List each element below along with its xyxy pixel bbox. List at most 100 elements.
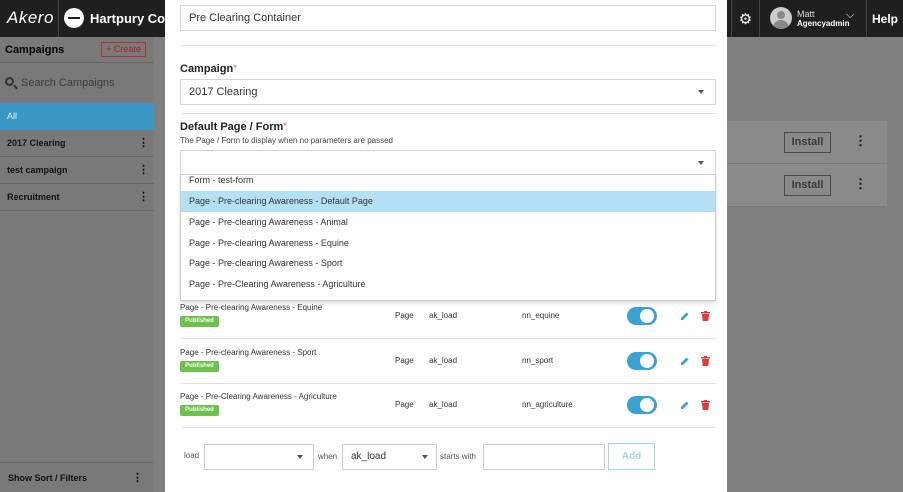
campaigns-sidebar: Campaigns + Create All 2017 Clearing ⋮ t… [0, 37, 154, 492]
default-label-text: Default Page / Form [180, 121, 284, 133]
row-param: ak_load [429, 400, 458, 409]
campaign-label: Campaign* [180, 63, 237, 75]
starts-with-input[interactable] [483, 444, 605, 470]
table-row: Page - Pre-clearing Awareness - Equine P… [180, 303, 716, 347]
install-button[interactable]: Install [784, 175, 831, 196]
divider [181, 383, 716, 384]
dropdown-option[interactable]: Page - Pre-clearing Awareness - Sport [181, 253, 715, 274]
row-value: nn_agriculture [522, 400, 573, 409]
campaign-label-text: Campaign [180, 63, 234, 75]
divider [181, 338, 716, 339]
add-rule-button[interactable]: Add [608, 443, 655, 470]
starts-with-label: starts with [440, 452, 477, 461]
status-badge: Published [180, 361, 219, 372]
status-badge: Published [180, 405, 219, 416]
dropdown-option-highlighted[interactable]: Page - Pre-clearing Awareness - Default … [181, 191, 715, 212]
edit-container-modal: Pre Clearing Container Campaign* 2017 Cl… [165, 0, 727, 492]
sidebar-item-2017-clearing[interactable]: 2017 Clearing ⋮ [0, 130, 154, 157]
campaign-select[interactable]: 2017 Clearing [180, 79, 716, 105]
college-crest-icon [64, 8, 84, 28]
background-card: Install ⋮ Install ⋮ [717, 121, 887, 207]
sidebar-item-recruitment[interactable]: Recruitment ⋮ [0, 184, 154, 211]
dropdown-option[interactable]: Form - test-form [181, 175, 715, 191]
kebab-menu-icon[interactable]: ⋮ [138, 163, 149, 177]
table-row: Page - Pre-Clearing Awareness - Agricult… [180, 392, 716, 436]
kebab-menu-icon[interactable]: ⋮ [854, 176, 867, 192]
load-label: load [184, 451, 200, 460]
sidebar-item-label: 2017 Clearing [7, 138, 66, 148]
enabled-toggle[interactable] [627, 396, 657, 414]
parameter-select-value: ak_load [351, 451, 387, 462]
pencil-icon[interactable] [680, 311, 690, 321]
parameter-select[interactable]: ak_load [342, 444, 437, 470]
search-icon [5, 77, 14, 86]
pencil-icon[interactable] [680, 400, 690, 410]
row-param: ak_load [429, 311, 458, 320]
background-row: Install ⋮ [717, 121, 887, 164]
background-row: Install ⋮ [717, 164, 887, 207]
row-type: Page [395, 400, 414, 409]
user-name: Matt [797, 9, 815, 19]
default-page-select[interactable] [180, 150, 716, 175]
user-role: Agencyadmin [797, 19, 850, 28]
caret-down-icon [698, 90, 704, 94]
sort-filters-toggle[interactable]: Show Sort / Filters ⋮ [0, 462, 154, 492]
row-title: Page - Pre-clearing Awareness - Sport [180, 348, 317, 357]
dropdown-option[interactable]: Page - Pre-Clearing Awareness - Agricult… [181, 274, 715, 295]
sidebar-item-label: Recruitment [7, 192, 60, 202]
row-value: nn_equine [522, 311, 560, 320]
divider [181, 113, 716, 114]
required-marker: * [283, 121, 287, 131]
sidebar-item-test-campaign[interactable]: test campaign ⋮ [0, 157, 154, 184]
search-input[interactable] [21, 74, 147, 92]
trash-icon[interactable] [701, 400, 710, 410]
required-marker: * [233, 63, 237, 73]
divider [181, 427, 716, 428]
load-select[interactable] [204, 444, 314, 470]
dropdown-option[interactable]: Page - Pre-clearing Awareness - Animal [181, 212, 715, 233]
avatar [770, 7, 792, 29]
gear-icon: ⚙ [738, 10, 753, 28]
caret-down-icon [698, 161, 704, 165]
install-button[interactable]: Install [784, 132, 831, 153]
divider [181, 45, 716, 46]
help-link[interactable]: Help [866, 0, 903, 37]
create-campaign-button[interactable]: + Create [101, 42, 146, 57]
when-label: when [318, 452, 338, 461]
campaign-search [0, 63, 154, 103]
kebab-menu-icon[interactable]: ⋮ [138, 136, 149, 150]
sidebar-title: Campaigns [5, 44, 65, 56]
row-type: Page [395, 356, 414, 365]
akero-logo[interactable]: Akero [7, 8, 54, 28]
caret-down-icon [422, 455, 428, 459]
enabled-toggle[interactable] [627, 352, 657, 370]
pencil-icon[interactable] [680, 356, 690, 366]
row-title: Page - Pre-Clearing Awareness - Agricult… [180, 392, 337, 401]
table-row: Page - Pre-clearing Awareness - Sport Pu… [180, 348, 716, 392]
enabled-toggle[interactable] [627, 307, 657, 325]
sidebar-item-all[interactable]: All [0, 103, 154, 130]
kebab-menu-icon[interactable]: ⋮ [854, 133, 867, 149]
chevron-down-icon: ⌵ [846, 9, 855, 21]
sidebar-header: Campaigns + Create [0, 37, 154, 63]
status-badge: Published [180, 316, 219, 327]
kebab-menu-icon[interactable]: ⋮ [132, 471, 143, 484]
settings-button[interactable]: ⚙ [731, 0, 760, 37]
default-page-form-label: Default Page / Form* [180, 121, 287, 133]
divider [58, 0, 59, 37]
container-name-input[interactable]: Pre Clearing Container [180, 5, 716, 31]
kebab-menu-icon[interactable]: ⋮ [138, 190, 149, 204]
trash-icon[interactable] [701, 356, 710, 366]
row-type: Page [395, 311, 414, 320]
dropdown-option[interactable]: Page - Pre-clearing Awareness - Equine [181, 233, 715, 254]
sort-filters-label: Show Sort / Filters [8, 473, 88, 483]
user-menu[interactable]: Matt Agencyadmin ⌵ [768, 0, 866, 37]
row-value: nn_sport [522, 356, 554, 365]
row-title: Page - Pre-clearing Awareness - Equine [180, 303, 323, 312]
sidebar-item-label: test campaign [7, 165, 68, 175]
default-page-help-text: The Page / Form to display when no param… [180, 136, 393, 145]
campaign-select-value: 2017 Clearing [189, 86, 258, 98]
caret-down-icon [297, 455, 303, 459]
trash-icon[interactable] [701, 311, 710, 321]
default-page-dropdown: Form - test-form Page - Pre-clearing Awa… [180, 174, 716, 301]
